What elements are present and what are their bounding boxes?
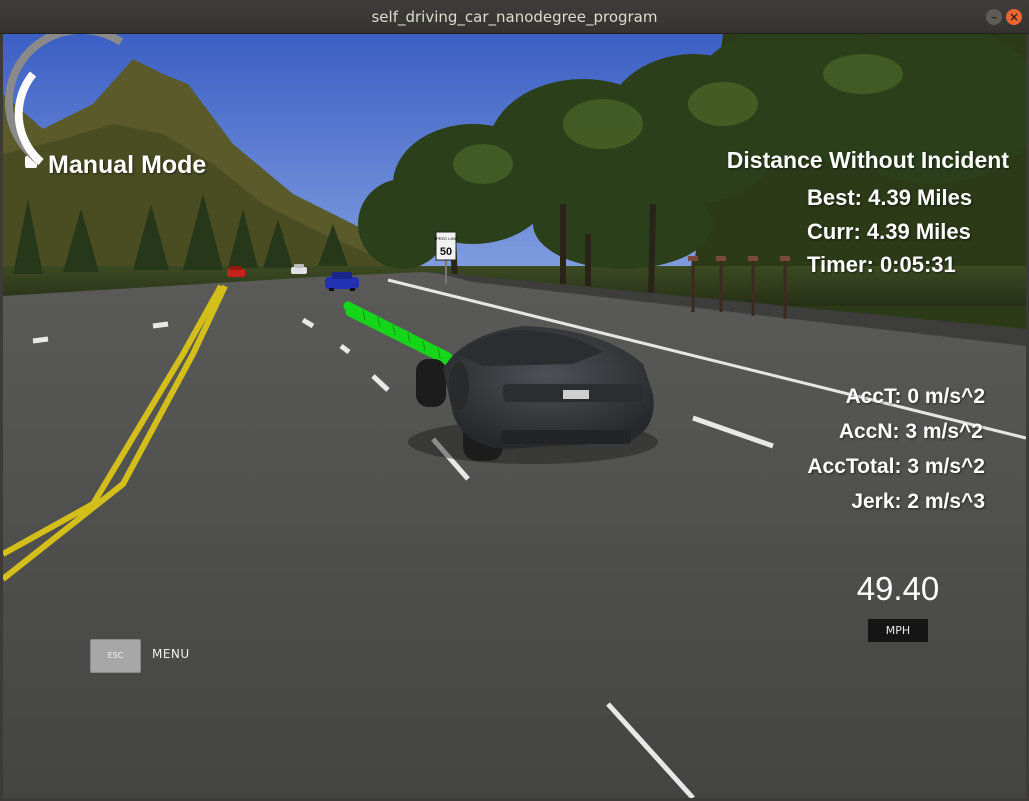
timer: Timer: 0:05:31 xyxy=(807,252,956,277)
acc-tangential: AccT: 0 m/s^2 xyxy=(845,385,986,408)
jerk: Jerk: 2 m/s^3 xyxy=(851,490,985,513)
close-button[interactable]: × xyxy=(1006,9,1022,25)
speed-sign-value: 50 xyxy=(440,246,452,258)
window-title: self_driving_car_nanodegree_program xyxy=(371,8,658,26)
speed-sign-top: SPEED LIMIT xyxy=(434,236,459,241)
best-distance: Best: 4.39 Miles xyxy=(807,185,973,210)
title-bar: self_driving_car_nanodegree_program – × xyxy=(0,0,1029,34)
speed-value: 49.40 xyxy=(856,570,940,607)
current-distance: Curr: 4.39 Miles xyxy=(807,219,971,244)
acc-total: AccTotal: 3 m/s^2 xyxy=(807,455,985,478)
acc-normal: AccN: 3 m/s^2 xyxy=(838,420,983,443)
speedometer-gauge xyxy=(4,34,124,166)
menu-label[interactable]: MENU xyxy=(152,647,190,661)
game-viewport[interactable]: SPEED LIMIT 50 Manual Mode Distance With… xyxy=(3,34,1026,798)
distance-title: Distance Without Incident xyxy=(726,147,1009,173)
simulator-window: self_driving_car_nanodegree_program – × xyxy=(0,0,1029,801)
speed-unit: MPH xyxy=(868,619,928,642)
esc-button[interactable]: ESC xyxy=(90,639,141,673)
minimize-button[interactable]: – xyxy=(986,9,1002,25)
